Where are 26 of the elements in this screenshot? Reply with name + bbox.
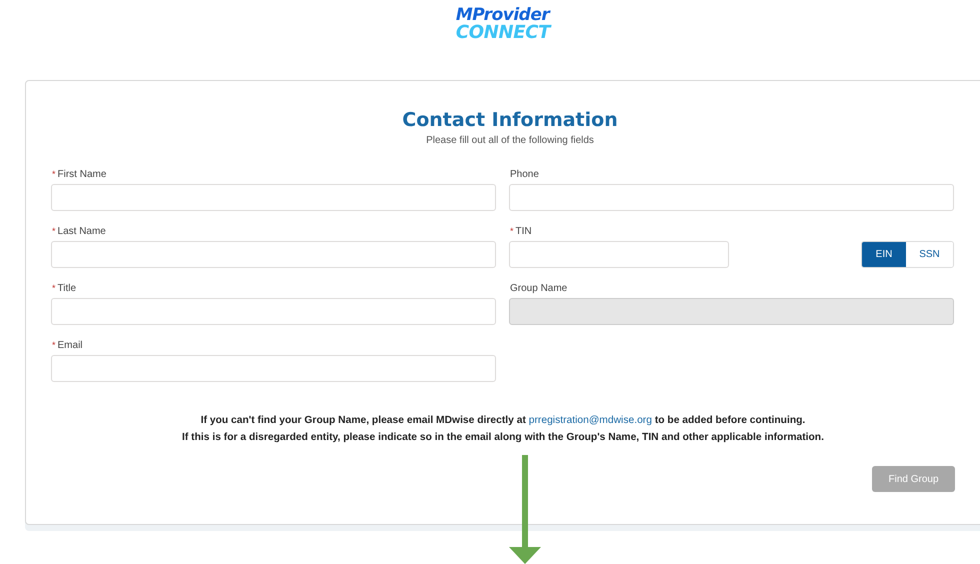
email-link[interactable]: prregistration@mdwise.org (528, 415, 652, 426)
input-field[interactable] (51, 298, 496, 325)
field-label: Phone (510, 169, 539, 180)
toggle-tab[interactable]: EIN (862, 242, 906, 267)
required-mark: * (52, 283, 56, 293)
form-subtitle: Please fill out all of the following fields (426, 135, 594, 146)
field-label: Last Name (58, 226, 106, 237)
field-label: TIN (516, 226, 532, 237)
arrow-icon (509, 455, 541, 564)
required-mark: * (510, 226, 514, 236)
input-field[interactable] (51, 355, 496, 382)
field-label: Title (58, 283, 76, 294)
field-label: Group Name (510, 283, 568, 294)
required-mark: * (52, 169, 56, 179)
required-mark: * (52, 226, 56, 236)
field-label: First Name (58, 169, 106, 180)
notice-text: If you can't find your Group Name, please email MDwise directly at prregistration@mdwise.org to be added before continuing. (200, 414, 806, 428)
form-title: Contact Information (402, 109, 618, 131)
input-field[interactable] (509, 184, 954, 211)
input-field[interactable] (51, 184, 496, 211)
logo: MProvider CONNECT (456, 6, 550, 45)
input-field[interactable] (51, 241, 496, 268)
field-label: Email (58, 340, 83, 351)
input-field[interactable] (509, 241, 729, 268)
required-mark: * (52, 340, 56, 350)
notice-text: If this is for a disregarded entity, please indicate so in the email along with the Group's Name, TIN and other applicable information. (182, 431, 824, 445)
